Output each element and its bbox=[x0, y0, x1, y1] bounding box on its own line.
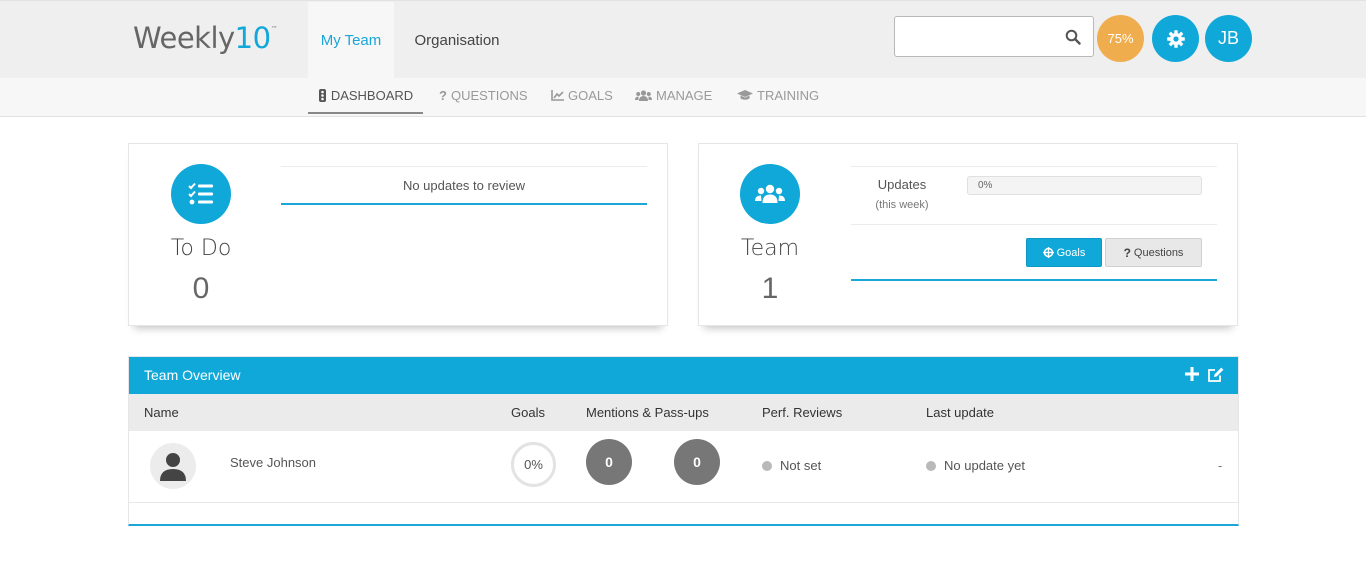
last-update-text: No update yet bbox=[944, 458, 1025, 473]
subnav-manage[interactable]: MANAGE bbox=[635, 78, 712, 113]
todo-message: No updates to review bbox=[402, 177, 526, 193]
subnav-dashboard[interactable]: DASHBOARD bbox=[308, 78, 423, 114]
line-chart-icon bbox=[551, 90, 564, 101]
subnav-manage-label: MANAGE bbox=[656, 88, 713, 103]
team-card-icon bbox=[740, 164, 800, 224]
user-initials: JB bbox=[1217, 28, 1239, 48]
logo-text: Weekly bbox=[133, 21, 235, 55]
team-card: Team 1 Updates (this week) 0% Goals ? Qu… bbox=[698, 143, 1238, 326]
status-dot bbox=[762, 460, 772, 471]
graduation-cap-icon bbox=[737, 90, 753, 100]
updates-progress-bar: 0% bbox=[967, 176, 1202, 195]
questions-button-label: Questions bbox=[1133, 246, 1184, 259]
panel-divider bbox=[851, 224, 1217, 225]
app-logo[interactable]: Weekly10™ bbox=[133, 21, 278, 55]
avatar[interactable] bbox=[150, 443, 196, 489]
goals-button-label: Goals bbox=[1056, 246, 1086, 259]
updates-progress-label: 0% bbox=[978, 180, 993, 191]
mentions-value: 0 bbox=[605, 454, 613, 470]
review-status: Not set bbox=[762, 458, 821, 473]
column-last-update: Last update bbox=[926, 405, 994, 420]
goals-percent: 0% bbox=[524, 457, 543, 472]
logo-trademark: ™ bbox=[270, 25, 278, 33]
crosshair-icon bbox=[1042, 247, 1054, 258]
subnav-dashboard-label: DASHBOARD bbox=[330, 87, 414, 103]
subnav-goals[interactable]: GOALS bbox=[551, 78, 613, 113]
passups-count[interactable]: 0 bbox=[674, 439, 720, 485]
subnav-goals-label: GOALS bbox=[568, 88, 613, 103]
tab-organisation-label: Organisation bbox=[414, 32, 500, 49]
goals-button[interactable]: Goals bbox=[1026, 238, 1102, 267]
logo-number: 10 bbox=[234, 21, 271, 55]
mentions-count[interactable]: 0 bbox=[586, 439, 632, 485]
todo-card: To Do 0 No updates to review bbox=[128, 143, 668, 326]
completion-badge[interactable]: 75% bbox=[1097, 15, 1144, 62]
passups-value: 0 bbox=[693, 454, 701, 470]
subnav-questions-label: QUESTIONS bbox=[450, 88, 528, 103]
sub-nav: DASHBOARD ? QUESTIONS GOALS MANAGE TRAIN… bbox=[0, 78, 1366, 117]
plus-icon[interactable] bbox=[1184, 366, 1200, 382]
table-row[interactable]: Steve Johnson 0% 0 0 Not set No update y… bbox=[129, 431, 1238, 503]
column-name: Name bbox=[144, 405, 179, 420]
subnav-questions[interactable]: ? QUESTIONS bbox=[439, 78, 528, 113]
team-card-title: Team bbox=[740, 236, 800, 261]
column-mentions: Mentions & Pass-ups bbox=[586, 405, 709, 420]
search-input[interactable] bbox=[895, 17, 1055, 56]
updates-label: Updates bbox=[877, 177, 927, 192]
search-icon[interactable] bbox=[1065, 29, 1081, 45]
users-icon bbox=[755, 184, 785, 203]
team-count: 1 bbox=[761, 272, 779, 305]
column-reviews: Perf. Reviews bbox=[762, 405, 843, 420]
top-bar: Weekly10™ My Team Organisation 75% JB bbox=[0, 0, 1366, 79]
traffic-light-icon bbox=[318, 88, 326, 102]
status-dot bbox=[926, 460, 936, 471]
users-icon bbox=[635, 90, 652, 101]
row-extra-value: - bbox=[1218, 458, 1223, 473]
review-status-text: Not set bbox=[780, 458, 822, 473]
tab-my-team-label: My Team bbox=[320, 32, 382, 49]
search-box bbox=[894, 16, 1094, 57]
todo-card-title: To Do bbox=[170, 236, 232, 261]
question-icon: ? bbox=[1123, 245, 1131, 260]
last-update-status: No update yet bbox=[926, 458, 1025, 473]
tasks-icon bbox=[188, 182, 213, 205]
tab-organisation[interactable]: Organisation bbox=[405, 2, 509, 79]
todo-count: 0 bbox=[192, 272, 210, 305]
team-overview-columns: Name Goals Mentions & Pass-ups Perf. Rev… bbox=[129, 394, 1238, 431]
tab-my-team[interactable]: My Team bbox=[308, 2, 394, 79]
question-icon: ? bbox=[439, 88, 447, 103]
user-avatar-button[interactable]: JB bbox=[1205, 15, 1252, 62]
subnav-training-label: TRAINING bbox=[757, 88, 820, 103]
member-name[interactable]: Steve Johnson bbox=[230, 455, 316, 470]
todo-card-icon bbox=[171, 164, 231, 224]
questions-button[interactable]: ? Questions bbox=[1105, 238, 1202, 267]
column-goals: Goals bbox=[511, 405, 545, 420]
gear-icon bbox=[1166, 29, 1185, 48]
user-icon bbox=[160, 453, 186, 481]
completion-label: 75% bbox=[1107, 31, 1134, 46]
team-overview-header: Team Overview bbox=[129, 357, 1238, 394]
team-overview-panel: Team Overview Name Goals Mentions & Pass… bbox=[128, 356, 1239, 526]
team-panel: Updates (this week) 0% Goals ? Questions bbox=[851, 166, 1217, 281]
team-overview-title: Team Overview bbox=[144, 367, 241, 383]
updates-sublabel: (this week) bbox=[875, 199, 929, 211]
todo-panel: No updates to review bbox=[281, 166, 647, 205]
settings-button[interactable] bbox=[1152, 15, 1199, 62]
subnav-training[interactable]: TRAINING bbox=[737, 78, 819, 113]
goals-progress-ring[interactable]: 0% bbox=[511, 442, 556, 487]
edit-icon[interactable] bbox=[1207, 366, 1224, 383]
